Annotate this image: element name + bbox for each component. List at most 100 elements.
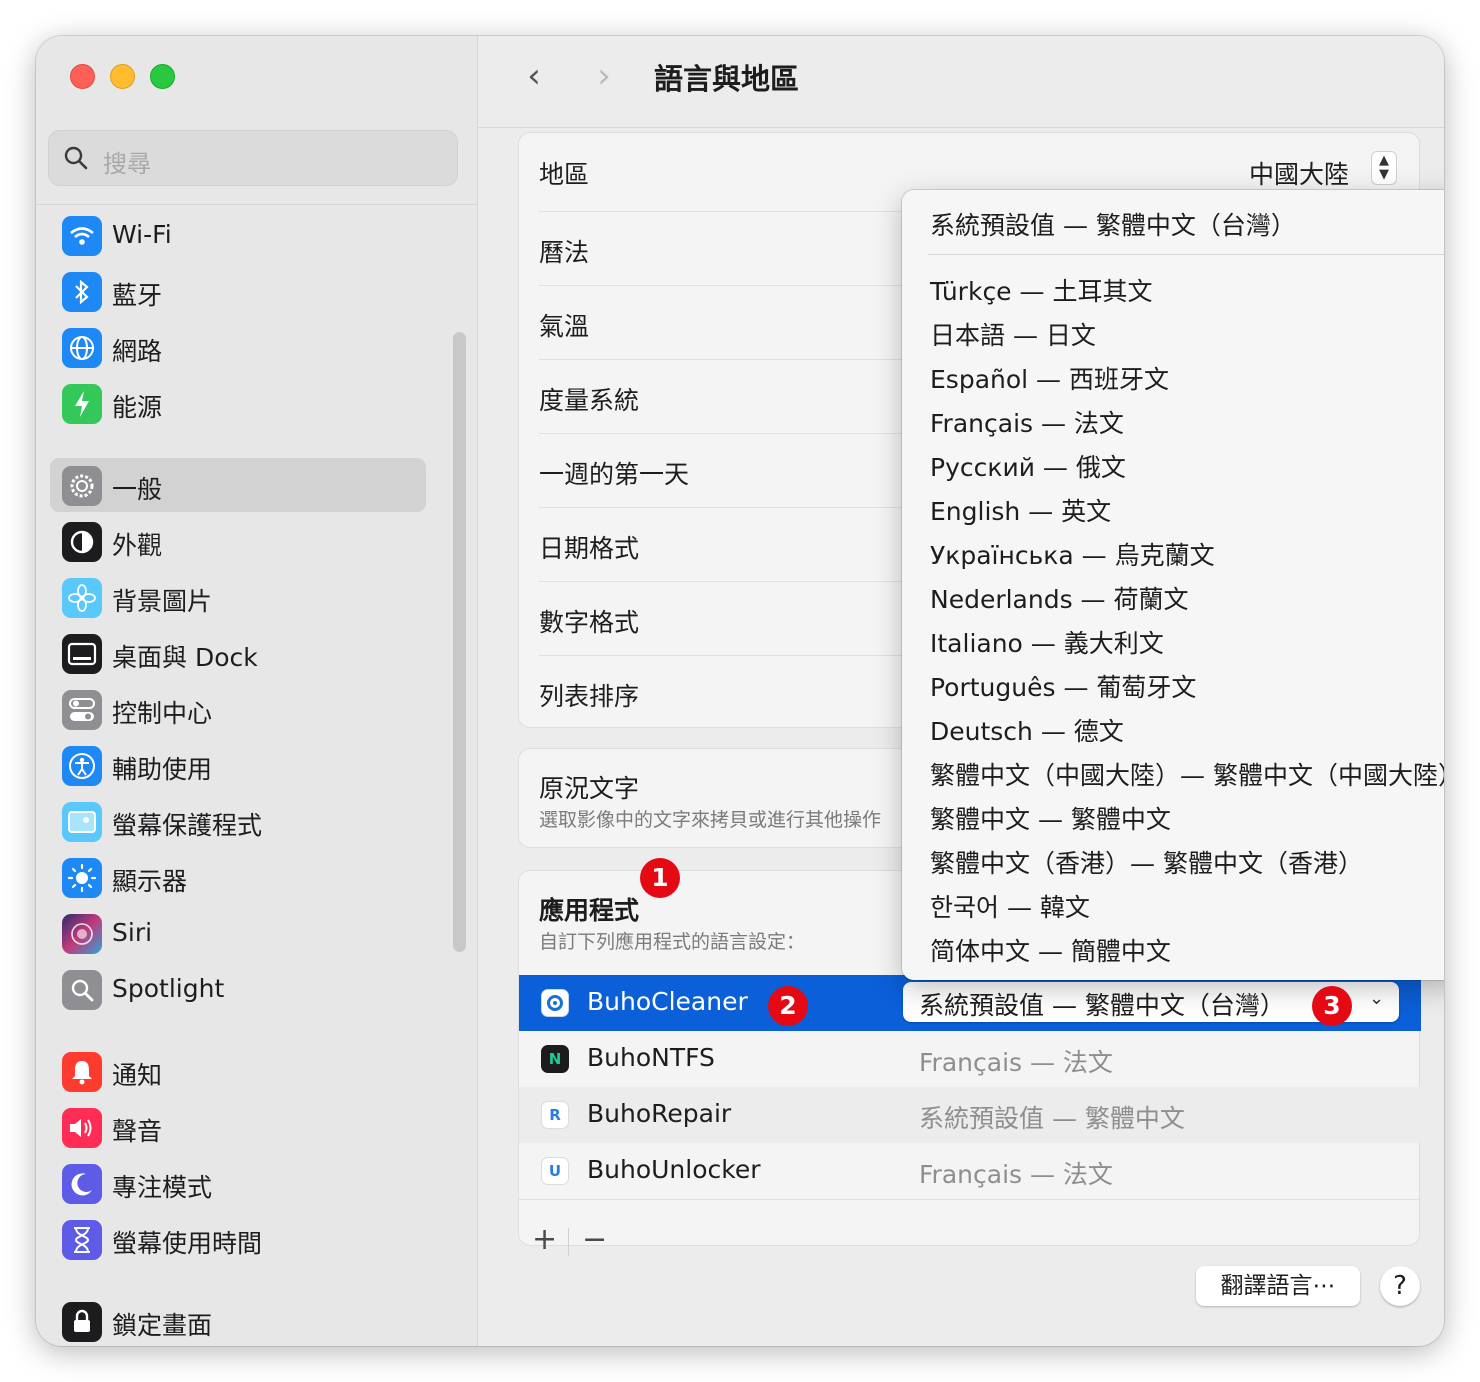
buhontfs-icon: N [541, 1045, 569, 1073]
sidebar-item-label: 控制中心 [112, 699, 213, 728]
buhorepair-icon: R [541, 1101, 569, 1129]
bell-icon [62, 1052, 102, 1092]
moon-icon [62, 1164, 102, 1204]
search-icon [64, 146, 88, 170]
sidebar-item-label: 專注模式 [112, 1173, 213, 1202]
remove-app-button[interactable]: − [582, 1222, 607, 1257]
sidebar-item-focus[interactable]: 專注模式 [50, 1156, 426, 1210]
sidebar-item-label: 螢幕保護程式 [112, 811, 263, 840]
buhocleaner-icon [541, 989, 569, 1017]
app-language-value[interactable]: Français — 法文 [919, 1043, 1113, 1079]
sidebar-item-displays[interactable]: 顯示器 [50, 850, 426, 904]
menu-item-language[interactable]: Deutsch — 德文 [930, 712, 1124, 748]
search-field[interactable]: 搜尋 [48, 130, 458, 186]
sidebar-item-control-center[interactable]: 控制中心 [50, 682, 426, 736]
app-row-buhocleaner[interactable]: BuhoCleaner 系統預設值 — 繁體中文（台灣） ⌄ [519, 975, 1421, 1031]
sidebar-item-wifi[interactable]: Wi-Fi [50, 208, 426, 262]
siri-icon [62, 914, 102, 954]
zoom-window-button[interactable] [150, 64, 175, 89]
sidebar: 搜尋 Wi-Fi 藍牙 網路 能源 一般 外觀 背景圖片 桌面與 Dock 控制… [36, 36, 478, 1346]
help-button[interactable]: ? [1380, 1266, 1420, 1306]
sidebar-item-siri[interactable]: Siri [50, 906, 426, 960]
row-divider [519, 1199, 1421, 1200]
menu-item-language[interactable]: 繁體中文（中國大陸）— 繁體中文（中國大陸） [930, 756, 1444, 792]
app-name: BuhoNTFS [587, 1043, 715, 1072]
region-popup-stepper[interactable]: ▲ ▼ [1371, 151, 1397, 185]
sidebar-item-label: Spotlight [112, 974, 225, 1003]
sidebar-item-label: 一般 [112, 475, 163, 504]
menu-item-language[interactable]: Português — 葡萄牙文 [930, 668, 1196, 704]
sidebar-item-battery[interactable]: 能源 [50, 376, 426, 430]
sidebar-item-label: Siri [112, 918, 153, 947]
app-row-buhounlocker[interactable]: U BuhoUnlocker Français — 法文 [519, 1143, 1421, 1199]
menu-item-language[interactable]: 繁體中文（香港）— 繁體中文（香港） [930, 844, 1363, 880]
sidebar-item-bluetooth[interactable]: 藍牙 [50, 264, 426, 318]
globe-icon [62, 328, 102, 368]
translation-languages-button[interactable]: 翻譯語言⋯ [1196, 1266, 1360, 1306]
sidebar-item-label: Wi-Fi [112, 220, 172, 249]
menu-item-language[interactable]: Français — 法文 [930, 404, 1124, 440]
sidebar-item-label: 輔助使用 [112, 755, 213, 784]
app-row-buhorepair[interactable]: R BuhoRepair 系統預設值 — 繁體中文 [519, 1087, 1421, 1143]
menu-item-language[interactable]: English — 英文 [930, 492, 1111, 528]
app-name: BuhoUnlocker [587, 1155, 761, 1184]
sidebar-scrollbar[interactable] [453, 332, 466, 952]
region-label: 地區 [539, 160, 590, 189]
gear-icon [62, 466, 102, 506]
menu-item-language[interactable]: Türkçe — 土耳其文 [930, 272, 1152, 308]
buhounlocker-icon: U [541, 1157, 569, 1185]
temperature-label: 氣溫 [539, 312, 590, 341]
sidebar-item-label: 背景圖片 [112, 587, 213, 616]
region-value[interactable]: 中國大陸 [1249, 155, 1349, 191]
sidebar-item-desktop-dock[interactable]: 桌面與 Dock [50, 626, 426, 680]
wifi-icon [62, 216, 102, 256]
sidebar-item-label: 網路 [112, 337, 163, 366]
menu-item-language[interactable]: 繁體中文 — 繁體中文 [930, 800, 1171, 836]
app-language-value[interactable]: Français — 法文 [919, 1155, 1113, 1191]
sidebar-item-sound[interactable]: 聲音 [50, 1100, 426, 1154]
close-window-button[interactable] [70, 64, 95, 89]
menu-separator [928, 254, 1444, 255]
menu-item-language[interactable]: Italiano — 義大利文 [930, 624, 1164, 660]
app-row-buhontfs[interactable]: N BuhoNTFS Français — 法文 [519, 1031, 1421, 1087]
live-text-title: 原況文字 [539, 774, 640, 803]
sidebar-item-screen-time[interactable]: 螢幕使用時間 [50, 1212, 426, 1266]
sidebar-item-network[interactable]: 網路 [50, 320, 426, 374]
forward-button[interactable]: › [584, 56, 624, 96]
menu-item-system-default[interactable]: 系統預設值 — 繁體中文（台灣） [930, 206, 1296, 242]
lock-icon [62, 1302, 102, 1342]
sidebar-item-label: 鎖定畫面 [112, 1311, 213, 1340]
menu-item-language[interactable]: 한국어 — 韓文 [930, 888, 1090, 924]
sidebar-item-notifications[interactable]: 通知 [50, 1044, 426, 1098]
back-button[interactable]: ‹ [514, 56, 554, 96]
sidebar-item-lock-screen[interactable]: 鎖定畫面 [50, 1294, 426, 1346]
sidebar-item-screensaver[interactable]: 螢幕保護程式 [50, 794, 426, 848]
menu-item-language[interactable]: Español — 西班牙文 [930, 360, 1169, 396]
app-language-value[interactable]: 系統預設值 — 繁體中文 [919, 1099, 1185, 1135]
app-name: BuhoCleaner [587, 987, 748, 1016]
sidebar-item-label: 螢幕使用時間 [112, 1229, 263, 1258]
sidebar-item-accessibility[interactable]: 輔助使用 [50, 738, 426, 792]
apps-title: 應用程式 [539, 896, 640, 925]
toggles-icon [62, 690, 102, 730]
sidebar-item-label: 藍牙 [112, 281, 163, 310]
menu-item-language[interactable]: 简体中文 — 簡體中文 [930, 932, 1171, 968]
menu-item-language[interactable]: Nederlands — 荷蘭文 [930, 580, 1189, 616]
speaker-icon [62, 1108, 102, 1148]
menu-item-language[interactable]: Українська — 烏克蘭文 [930, 536, 1215, 572]
sidebar-item-label: 通知 [112, 1061, 163, 1090]
search-placeholder: 搜尋 [103, 150, 151, 178]
first-day-label: 一週的第一天 [539, 460, 690, 489]
sidebar-item-label: 聲音 [112, 1117, 163, 1146]
minimize-window-button[interactable] [110, 64, 135, 89]
menu-item-language[interactable]: Русский — 俄文 [930, 448, 1126, 484]
button-divider [568, 1228, 569, 1256]
sidebar-item-appearance[interactable]: 外觀 [50, 514, 426, 568]
add-app-button[interactable]: + [532, 1222, 557, 1257]
menu-item-language[interactable]: 日本語 — 日文 [930, 316, 1096, 352]
sidebar-item-wallpaper[interactable]: 背景圖片 [50, 570, 426, 624]
sidebar-item-spotlight[interactable]: Spotlight [50, 962, 426, 1016]
sidebar-item-general[interactable]: 一般 [50, 458, 426, 512]
date-format-label: 日期格式 [539, 534, 640, 563]
sidebar-item-label: 能源 [112, 393, 163, 422]
